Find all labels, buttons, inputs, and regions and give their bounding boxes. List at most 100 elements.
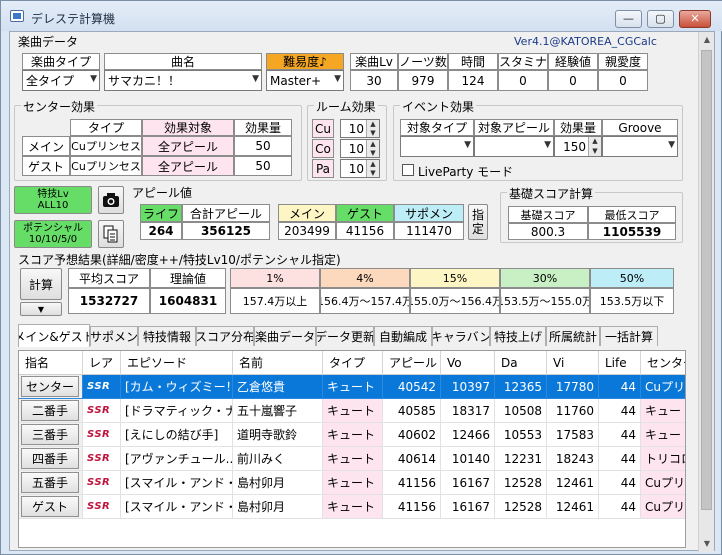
camera-icon bbox=[103, 193, 119, 207]
center-amount: 50 bbox=[234, 156, 292, 176]
cell-name: 前川みく bbox=[233, 447, 323, 471]
spin-up-icon[interactable]: ▲ bbox=[366, 160, 379, 169]
maximize-button[interactable]: ▢ bbox=[647, 10, 674, 28]
tab-2[interactable]: 特技情報 bbox=[138, 326, 196, 346]
tab-1[interactable]: サポメン bbox=[90, 326, 138, 346]
song-type-select[interactable]: 全タイプ ▼ bbox=[22, 70, 100, 91]
calc-button[interactable]: 計算 bbox=[20, 268, 62, 300]
potential-button[interactable]: ポテンシャル 10/10/5/0 bbox=[14, 220, 92, 248]
slot-button[interactable]: センター bbox=[21, 376, 79, 397]
skill-level-button[interactable]: 特技Lv ALL10 bbox=[14, 186, 92, 214]
difficulty-label: 難易度♪ bbox=[266, 53, 344, 70]
scroll-up-icon[interactable]: ▲ bbox=[699, 32, 715, 48]
rarity-badge: SSR bbox=[87, 429, 111, 440]
grid-header[interactable]: レア bbox=[83, 351, 121, 375]
event-amount-header: 効果量 bbox=[554, 119, 602, 136]
spin-down-icon[interactable]: ▼ bbox=[366, 168, 379, 177]
cell-center: Cuプリ... bbox=[641, 375, 685, 399]
cell-appeal: 40542 bbox=[383, 375, 441, 399]
center-target: 全アピール bbox=[142, 136, 234, 156]
table-row[interactable]: 三番手 SSR [えにしの結び手] 道明寺歌鈴 キュート 40602 12466 10553 1… bbox=[19, 423, 685, 447]
spin-down-icon[interactable]: ▼ bbox=[366, 128, 379, 137]
copy-button[interactable] bbox=[98, 220, 124, 248]
grid-header[interactable]: タイプ bbox=[323, 351, 383, 375]
spin-down-icon[interactable]: ▼ bbox=[588, 146, 601, 156]
bin-percent: 1% bbox=[230, 268, 320, 288]
minimize-button[interactable]: — bbox=[615, 10, 642, 28]
total-appeal-label: 合計アピール bbox=[182, 204, 270, 222]
calc-dropdown-button[interactable]: ▼ bbox=[20, 302, 62, 316]
slot-button[interactable]: ゲスト bbox=[21, 496, 79, 517]
cell-da: 10553 bbox=[495, 423, 547, 447]
table-row[interactable]: センター SSR [カム・ウィズミー！] 乙倉悠貴 キュート 40542 10397 1236… bbox=[19, 375, 685, 399]
slot-button[interactable]: 三番手 bbox=[21, 424, 79, 445]
tab-6[interactable]: 自動編成 bbox=[374, 326, 432, 346]
center-target: 全アピール bbox=[142, 156, 234, 176]
cell-vo: 10140 bbox=[441, 447, 495, 471]
slot-button[interactable]: 二番手 bbox=[21, 400, 79, 421]
cell-vo: 16167 bbox=[441, 471, 495, 495]
tab-9[interactable]: 所属統計 bbox=[546, 326, 600, 346]
tab-0[interactable]: メイン&ゲスト bbox=[18, 324, 90, 347]
center-amount: 50 bbox=[234, 136, 292, 156]
cell-name: 道明寺歌鈴 bbox=[233, 423, 323, 447]
table-row[interactable]: ゲスト SSR [スマイル・アンド・...島村卯月キュート4115616167125… bbox=[19, 495, 685, 519]
grid-header[interactable]: エピソード bbox=[121, 351, 233, 375]
table-row[interactable]: 五番手 SSR [スマイル・アンド・...島村卯月キュート4115616167125… bbox=[19, 471, 685, 495]
total-appeal-value: 356125 bbox=[182, 222, 270, 240]
spin-up-icon[interactable]: ▲ bbox=[588, 137, 601, 147]
cell-vo: 10397 bbox=[441, 375, 495, 399]
tab-5[interactable]: データ更新 bbox=[316, 326, 374, 346]
tab-7[interactable]: キャラバン bbox=[432, 326, 490, 346]
table-row[interactable]: 二番手SSR[ドラマティック・ナ...五十嵐響子キュート405851831710… bbox=[19, 399, 685, 423]
slot-button[interactable]: 五番手 bbox=[21, 472, 79, 493]
chevron-down-icon: ▼ bbox=[464, 140, 471, 150]
event-groove-select[interactable]: ▼ bbox=[602, 136, 678, 157]
event-amount-spinner[interactable]: 150 ▲ ▼ bbox=[554, 136, 602, 157]
spin-up-icon[interactable]: ▲ bbox=[366, 140, 379, 149]
spin-up-icon[interactable]: ▲ bbox=[366, 120, 379, 129]
slot-button[interactable]: 四番手 bbox=[21, 448, 79, 469]
title-bar: デレステ計算機 — ▢ ✕ bbox=[1, 1, 722, 31]
cell-center: トリコロ bbox=[641, 447, 685, 471]
song-name-select[interactable]: サマカニ！！ ▼ bbox=[104, 70, 262, 91]
song-stat-label: 楽曲Lv bbox=[350, 53, 398, 70]
room-value-spinner[interactable]: 10 ▲ ▼ bbox=[340, 119, 380, 138]
camera-button[interactable] bbox=[98, 186, 124, 214]
tab-8[interactable]: 特技上げ bbox=[490, 326, 546, 346]
scroll-thumb[interactable] bbox=[701, 50, 712, 510]
tab-4[interactable]: 楽曲データ bbox=[254, 326, 316, 346]
room-value-spinner[interactable]: 10 ▲ ▼ bbox=[340, 139, 380, 158]
tab-3[interactable]: スコア分布 bbox=[196, 326, 254, 346]
room-value: 10 bbox=[348, 161, 364, 176]
grid-header[interactable]: Vi bbox=[547, 351, 599, 375]
chevron-down-icon: ▼ bbox=[252, 74, 259, 84]
close-button[interactable]: ✕ bbox=[679, 10, 711, 28]
difficulty-select[interactable]: Master+ ▼ bbox=[266, 70, 344, 91]
cell-episode: [ドラマティック・ナ... bbox=[121, 399, 233, 423]
cell-rare: SSR bbox=[83, 471, 121, 495]
tab-10[interactable]: 一括計算 bbox=[600, 326, 658, 346]
room-value-spinner[interactable]: 10 ▲ ▼ bbox=[340, 159, 380, 178]
spin-down-icon[interactable]: ▼ bbox=[366, 148, 379, 157]
cell-vo: 16167 bbox=[441, 495, 495, 519]
song-stat-value: 0 bbox=[598, 70, 648, 91]
grid-header[interactable]: 指名 bbox=[19, 351, 83, 375]
cell-vo: 12466 bbox=[441, 423, 495, 447]
scroll-down-icon[interactable]: ▼ bbox=[699, 536, 715, 552]
grid-header[interactable]: Da bbox=[495, 351, 547, 375]
grid-header[interactable]: Life bbox=[599, 351, 641, 375]
song-type-label: 楽曲タイプ bbox=[22, 53, 100, 70]
grid-header[interactable]: Vo bbox=[441, 351, 495, 375]
cell-center: キュート bbox=[641, 399, 685, 423]
grid-header[interactable]: センター効 bbox=[641, 351, 685, 375]
liveparty-checkbox[interactable] bbox=[402, 164, 414, 176]
bin-range: 153.5万以下 bbox=[590, 288, 674, 314]
table-row[interactable]: 四番手 SSR [アヴァンチュール... 前川みく キュート 40614 10140 1223… bbox=[19, 447, 685, 471]
vertical-scrollbar[interactable]: ▲ ▼ bbox=[698, 32, 714, 552]
shitei-button[interactable]: 指 定 bbox=[468, 204, 488, 240]
grid-header[interactable]: アピール bbox=[383, 351, 441, 375]
event-appeal-select[interactable]: ▼ bbox=[474, 136, 554, 157]
grid-header[interactable]: 名前 bbox=[233, 351, 323, 375]
event-type-select[interactable]: ▼ bbox=[400, 136, 474, 157]
